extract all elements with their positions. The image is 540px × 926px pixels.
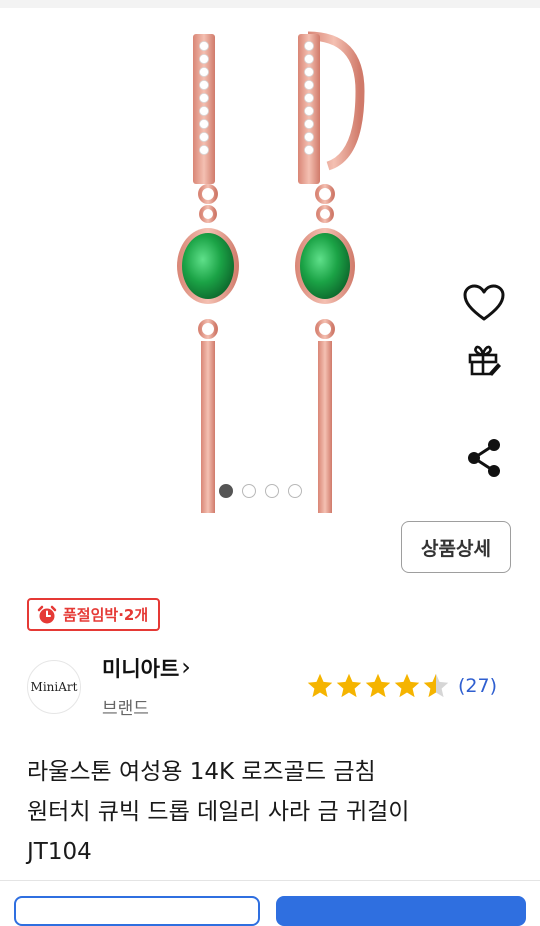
star-icon-5 [423, 673, 449, 698]
primary-action-button[interactable] [276, 896, 526, 926]
star-icon-1 [307, 673, 333, 698]
gallery-dot-2[interactable] [242, 484, 256, 498]
wishlist-button[interactable] [456, 275, 512, 331]
star-icon-4 [394, 673, 420, 698]
bottom-divider [0, 880, 540, 881]
brand-logo-text: MiniArt [30, 680, 78, 694]
bottom-action-bar [0, 880, 540, 926]
product-title-line-3: JT104 [27, 839, 92, 865]
star-icon-2 [336, 673, 362, 698]
brand-subtitle: 브랜드 [102, 699, 149, 719]
share-icon [468, 439, 500, 477]
alarm-clock-icon [37, 605, 57, 623]
star-rating [306, 672, 450, 700]
gift-icon [468, 345, 501, 376]
product-title-line-1: 라울스톤 여성용 14K 로즈골드 금침 [27, 759, 376, 785]
secondary-action-button[interactable] [14, 896, 260, 926]
brand-name: 미니아트 [102, 657, 180, 681]
product-image[interactable] [150, 16, 390, 516]
brand-logo[interactable]: MiniArt [27, 660, 81, 714]
stock-warning-text: 품절임박·2개 [63, 606, 149, 624]
gallery-dot-4[interactable] [288, 484, 302, 498]
chevron-right-icon: › [181, 653, 191, 681]
share-button[interactable] [456, 430, 512, 486]
product-title: 라울스톤 여성용 14K 로즈골드 금침 원터치 큐빅 드롭 데일리 사라 금 … [27, 752, 507, 872]
review-count[interactable]: (27) [458, 675, 497, 697]
heart-icon [463, 284, 505, 321]
brand-link[interactable]: 미니아트 › [102, 653, 191, 683]
stock-warning-badge: 품절임박·2개 [27, 598, 161, 631]
product-detail-button[interactable]: 상품상세 [401, 521, 511, 573]
star-icon-3 [365, 673, 391, 698]
product-title-line-2: 원터치 큐빅 드롭 데일리 사라 금 귀걸이 [27, 799, 410, 825]
gallery-dot-1[interactable] [219, 484, 233, 498]
top-divider [0, 0, 540, 8]
gift-button[interactable] [456, 332, 512, 388]
rating-summary[interactable]: (27) [306, 672, 497, 700]
gallery-dot-3[interactable] [265, 484, 279, 498]
gallery-pagination [219, 484, 302, 498]
